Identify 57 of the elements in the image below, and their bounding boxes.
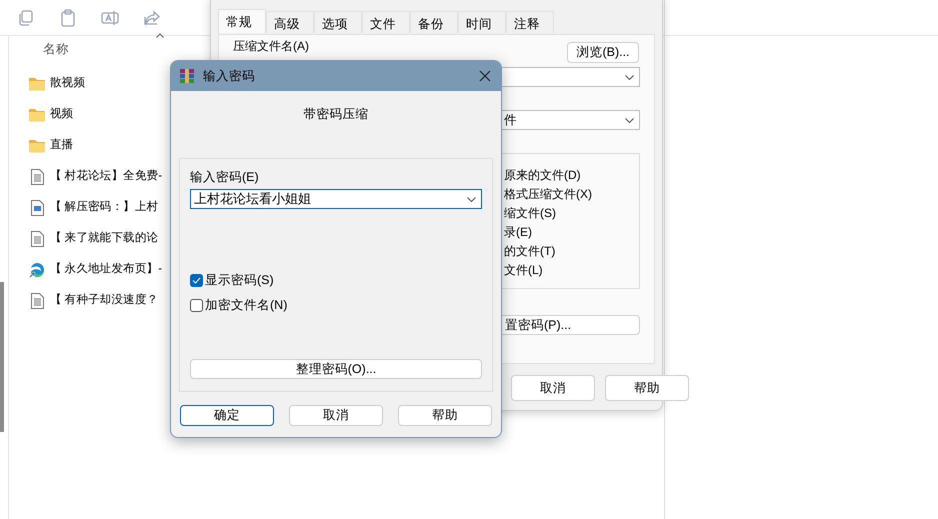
checkbox[interactable] [190, 274, 203, 287]
file-name[interactable]: 【 永久地址发布页】- [50, 260, 162, 278]
archive-app-icon [179, 68, 195, 84]
dialog-button[interactable]: 取消 [511, 375, 595, 401]
file-name[interactable]: 【 解压密码：】上村 [50, 198, 158, 216]
document-icon [30, 230, 44, 246]
option-label: 原来的文件(D) [504, 167, 582, 184]
option-label: 缩文件(S) [504, 205, 557, 222]
tab[interactable]: 文件 [362, 11, 410, 33]
field-label: 压缩文件名(A) [233, 39, 309, 53]
option-label: 格式压缩文件(X) [504, 186, 592, 203]
dialog-button[interactable]: 取消 [289, 405, 383, 426]
file-name[interactable]: 散视频 [50, 74, 86, 92]
clipboard-icon[interactable] [59, 8, 77, 26]
chevron-icon [467, 196, 476, 202]
tab[interactable]: 常规 [218, 9, 266, 33]
dialog-button[interactable]: 确定 [180, 405, 274, 426]
password-field[interactable]: 上村花论坛看小姐姐 [190, 189, 482, 209]
file-name[interactable]: 【 来了就能下载的论 [50, 230, 158, 248]
tab[interactable]: 注释 [506, 11, 554, 33]
window-title: 输入密码 [203, 68, 256, 85]
file-name[interactable]: 【 村花论坛】全免费- [50, 168, 162, 186]
browser-shortcut-icon [29, 262, 45, 278]
column-header[interactable]: 名称 [43, 40, 69, 58]
folder-icon [29, 138, 45, 152]
document-icon [30, 168, 44, 184]
tab[interactable]: 高级 [266, 11, 314, 33]
rename-icon[interactable] [101, 8, 119, 26]
option-label: 的文件(T) [504, 243, 556, 260]
dialog-heading: 带密码压缩 [304, 106, 368, 121]
option-label: 录(E) [504, 224, 533, 241]
chevron-icon [625, 74, 634, 80]
tab[interactable]: 选项 [314, 11, 362, 33]
folder-icon [29, 76, 45, 90]
tab[interactable]: 时间 [458, 11, 506, 33]
checkbox-label[interactable]: 显示密码(S) [205, 271, 274, 290]
browse-button[interactable]: 浏览(B)... [567, 42, 639, 63]
sort-caret-icon [156, 33, 164, 38]
document-icon [30, 292, 44, 308]
option-label: 文件(L) [504, 262, 544, 279]
organize-passwords-button[interactable]: 整理密码(O)... [190, 358, 482, 378]
folder-icon [29, 108, 45, 122]
file-name[interactable]: 【 有种子却没速度？ [50, 292, 158, 310]
image-file-icon [30, 200, 44, 216]
file-name[interactable]: 视频 [50, 106, 74, 124]
file-name[interactable]: 直播 [50, 136, 74, 154]
field-label: 输入密码(E) [190, 169, 260, 185]
share-icon[interactable] [143, 8, 161, 26]
close-icon[interactable] [479, 70, 491, 82]
checkbox[interactable] [190, 298, 203, 312]
scrollbar[interactable] [0, 282, 4, 432]
copy-icon[interactable] [17, 8, 35, 26]
checkbox-label[interactable]: 加密文件名(N) [205, 296, 288, 314]
tab[interactable]: 备份 [410, 11, 458, 33]
dialog-button[interactable]: 帮助 [398, 405, 492, 426]
dialog-button[interactable]: 帮助 [605, 375, 689, 401]
chevron-icon [625, 118, 634, 122]
